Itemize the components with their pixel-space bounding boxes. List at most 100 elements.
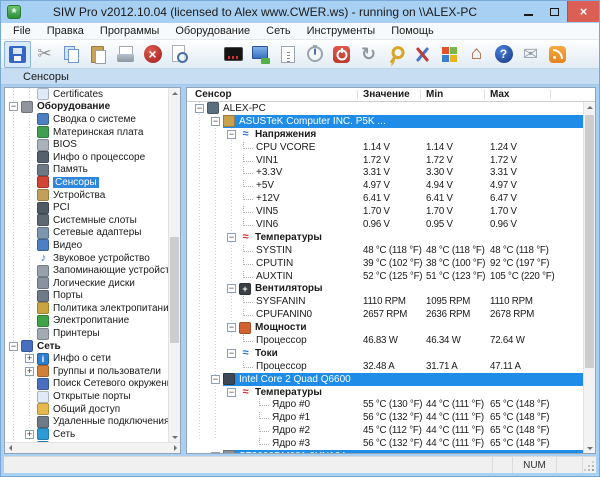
sidebar-item[interactable]: Certificates (5, 88, 168, 101)
resize-grip[interactable] (582, 457, 596, 473)
toolbar-paste-button[interactable] (85, 41, 112, 68)
sensor-row[interactable]: −Intel Core 2 Quad Q6600 (187, 373, 583, 386)
toolbar-cut-button[interactable] (31, 41, 58, 68)
toolbar-copy-button[interactable] (58, 41, 85, 68)
toolbar-mail-button[interactable] (517, 41, 544, 68)
expander-icon[interactable]: + (25, 430, 34, 439)
scroll-left-icon[interactable] (5, 443, 16, 453)
sidebar-item[interactable]: Сетевые адаптеры (5, 227, 168, 240)
sensor-row[interactable]: Ядро #156 °C (132 °F)44 °C (111 °F)65 °C… (187, 411, 583, 424)
toolbar-key-button[interactable] (382, 41, 409, 68)
sensor-row[interactable]: −≈Токи (187, 347, 583, 360)
column-header-sensor[interactable]: Сенсор (195, 89, 232, 100)
toolbar-remote-button[interactable] (247, 41, 274, 68)
column-header-max[interactable]: Max (490, 89, 509, 100)
sidebar-item[interactable]: Системные слоты (5, 214, 168, 227)
menu-item[interactable]: Правка (39, 25, 92, 37)
expander-icon[interactable]: − (227, 349, 236, 358)
sidebar-item[interactable]: BIOS (5, 138, 168, 151)
scroll-right-icon[interactable] (169, 443, 180, 453)
expander-icon[interactable]: − (9, 102, 18, 111)
expander-icon[interactable]: − (227, 130, 236, 139)
toolbar-print-button[interactable] (112, 41, 139, 68)
expander-icon[interactable]: − (195, 104, 204, 113)
sensor-row[interactable]: −≈Температуры (187, 386, 583, 399)
scroll-down-icon[interactable] (169, 431, 180, 442)
maximize-button[interactable] (541, 1, 567, 22)
sidebar-item[interactable]: −Сеть (5, 340, 168, 353)
tree-scroll-thumb[interactable] (170, 237, 179, 343)
sensor-row[interactable]: −≈Температуры (187, 231, 583, 244)
column-header-min[interactable]: Min (426, 89, 443, 100)
expander-icon[interactable]: − (211, 452, 220, 453)
sensor-row[interactable]: CPUFANIN02657 RPM2636 RPM2678 RPM (187, 308, 583, 321)
sidebar-item[interactable]: Материнская плата (5, 126, 168, 139)
sensor-row[interactable]: −≈Напряжения (187, 128, 583, 141)
sensor-row[interactable]: SYSTIN48 °C (118 °F)48 °C (118 °F)48 °C … (187, 244, 583, 257)
sensor-row[interactable]: +3.3V3.31 V3.30 V3.31 V (187, 166, 583, 179)
sensor-row[interactable]: Ядро #055 °C (130 °F)44 °C (111 °F)65 °C… (187, 398, 583, 411)
sidebar-item[interactable]: +Сеть (5, 428, 168, 441)
minimize-button[interactable] (515, 1, 541, 22)
toolbar-timer-button[interactable] (301, 41, 328, 68)
menu-item[interactable]: Оборудование (167, 25, 258, 37)
toolbar-save-button[interactable] (4, 41, 31, 68)
menu-item[interactable]: Помощь (383, 25, 442, 37)
toolbar-delete-button[interactable] (139, 41, 166, 68)
sidebar-item[interactable]: Поиск Сетевого окружения (5, 378, 168, 391)
menu-item[interactable]: Программы (92, 25, 167, 37)
sensor-row[interactable]: Процессор32.48 A31.71 A47.11 A (187, 360, 583, 373)
sensor-row[interactable]: VIN11.72 V1.72 V1.72 V (187, 154, 583, 167)
table-scrollbar[interactable] (583, 102, 595, 453)
sensor-row[interactable]: Процессор46.83 W46.34 W72.64 W (187, 334, 583, 347)
menu-item[interactable]: Инструменты (299, 25, 384, 37)
expander-icon[interactable]: − (211, 375, 220, 384)
toolbar-dashboard-button[interactable] (193, 41, 220, 68)
sensor-row[interactable]: VIN51.70 V1.70 V1.70 V (187, 205, 583, 218)
sensor-row[interactable]: +12V6.41 V6.41 V6.47 V (187, 192, 583, 205)
tree-scrollbar[interactable] (168, 88, 180, 442)
sidebar-item[interactable]: Запоминающие устройства (5, 264, 168, 277)
sidebar-item[interactable]: −Оборудование (5, 101, 168, 114)
sidebar-item[interactable]: Общий доступ (5, 403, 168, 416)
sidebar-item[interactable]: +Группы и пользователи (5, 365, 168, 378)
expander-icon[interactable]: − (227, 233, 236, 242)
toolbar-help-button[interactable] (490, 41, 517, 68)
sidebar-item[interactable]: Принтеры (5, 327, 168, 340)
sidebar-item[interactable]: Память (5, 164, 168, 177)
toolbar-refresh-button[interactable] (355, 41, 382, 68)
toolbar-shutdown-button[interactable] (328, 41, 355, 68)
tree-hscrollbar[interactable] (5, 442, 180, 453)
sensor-row[interactable]: CPUTIN39 °C (102 °F)38 °C (100 °F)92 °C … (187, 257, 583, 270)
sensor-row[interactable]: −ALEX-PC (187, 102, 583, 115)
sidebar-item[interactable]: ♪Звуковое устройство (5, 252, 168, 265)
sensor-row[interactable]: Ядро #356 °C (132 °F)44 °C (111 °F)65 °C… (187, 437, 583, 450)
sensor-row[interactable]: SYSFANIN1110 RPM1095 RPM1110 RPM (187, 295, 583, 308)
sidebar-item[interactable]: Порты (5, 290, 168, 303)
sidebar-item[interactable]: Удаленные подключения (5, 415, 168, 428)
app-icon[interactable] (7, 5, 21, 19)
expander-icon[interactable]: + (25, 367, 34, 376)
sensor-row[interactable]: AUXTIN52 °C (125 °F)51 °C (123 °F)105 °C… (187, 270, 583, 283)
scroll-up-icon[interactable] (584, 102, 595, 113)
expander-icon[interactable]: − (9, 342, 18, 351)
toolbar-home-button[interactable] (463, 41, 490, 68)
expander-icon[interactable]: + (25, 354, 34, 363)
sensor-row[interactable]: −ST2000DM001-9YN164 (187, 450, 583, 453)
scroll-down-icon[interactable] (584, 442, 595, 453)
sensor-row[interactable]: −Мощности (187, 321, 583, 334)
sensor-row[interactable]: −ASUSTeK Computer INC. P5K ... (187, 115, 583, 128)
toolbar-tools-button[interactable] (409, 41, 436, 68)
sidebar-item[interactable]: Политика электропитания (5, 302, 168, 315)
toolbar-winupdate-button[interactable] (436, 41, 463, 68)
sidebar-item[interactable]: Открытые порты (5, 390, 168, 403)
sidebar-item[interactable]: Инфо о процессоре (5, 151, 168, 164)
column-header-value[interactable]: Значение (363, 89, 410, 100)
toolbar-report-button[interactable] (274, 41, 301, 68)
toolbar-monitor-button[interactable] (220, 41, 247, 68)
sensor-row[interactable]: +5V4.97 V4.94 V4.97 V (187, 179, 583, 192)
sidebar-item[interactable]: Логические диски (5, 277, 168, 290)
expander-icon[interactable]: − (227, 323, 236, 332)
sidebar-item[interactable]: Устройства (5, 189, 168, 202)
expander-icon[interactable]: − (227, 284, 236, 293)
